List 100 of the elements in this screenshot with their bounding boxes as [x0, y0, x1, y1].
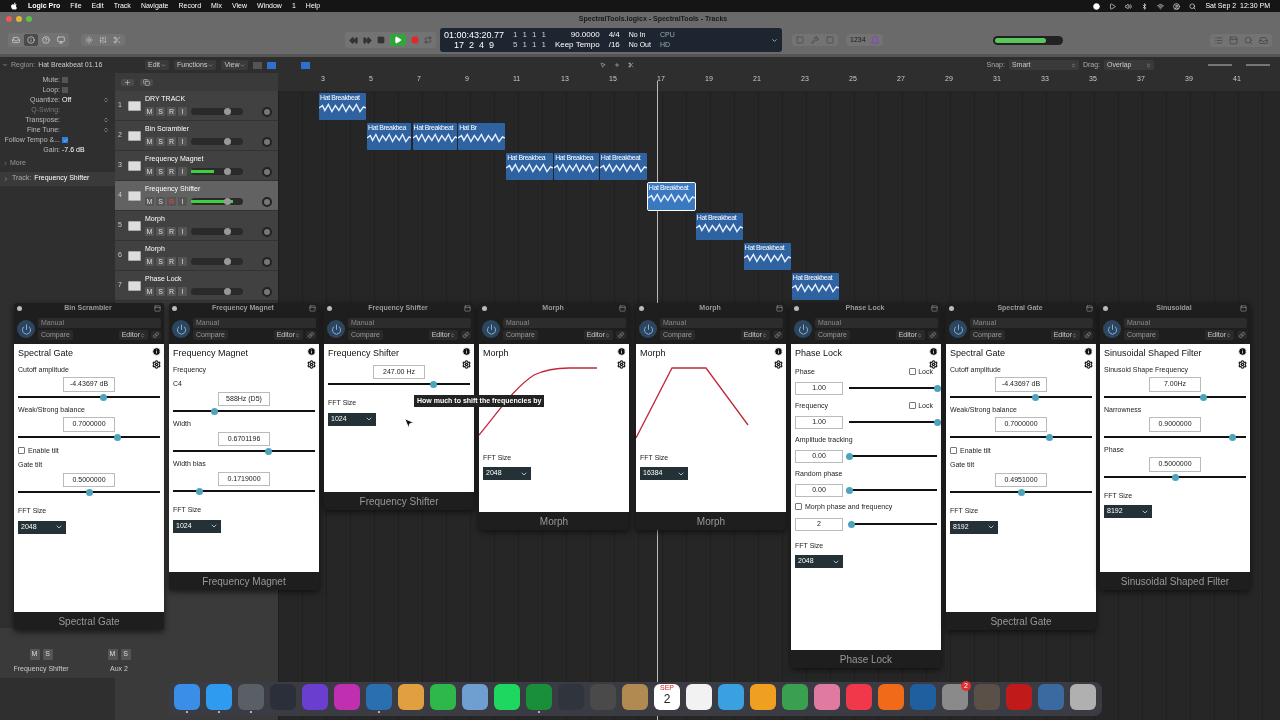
close-button[interactable] [639, 306, 644, 311]
settings-icon[interactable] [1238, 360, 1247, 369]
close-button[interactable] [17, 306, 22, 311]
close-button[interactable] [949, 306, 954, 311]
play-button[interactable] [390, 34, 406, 46]
info-icon[interactable] [152, 347, 161, 356]
link-button[interactable] [928, 331, 938, 339]
close-button[interactable] [1103, 306, 1108, 311]
pan-knob[interactable] [262, 226, 272, 237]
pan-knob[interactable] [262, 106, 272, 117]
fader-knob[interactable] [224, 258, 231, 266]
fader-knob[interactable] [224, 138, 231, 146]
play-icon[interactable] [1109, 2, 1117, 10]
bluetooth-icon[interactable] [1141, 2, 1149, 10]
view-button[interactable] [39, 34, 53, 46]
settings-icon[interactable] [152, 360, 161, 369]
stepper-icon[interactable] [103, 97, 109, 103]
scissors-tool-icon[interactable] [628, 62, 635, 68]
master-volume-track[interactable] [992, 35, 1063, 45]
apple-icon[interactable] [10, 2, 18, 10]
checkbox[interactable] [795, 503, 802, 511]
pointer-tool-icon[interactable] [600, 62, 607, 68]
slider-track[interactable] [173, 408, 315, 415]
search-icon[interactable] [1189, 2, 1197, 10]
settings-icon[interactable] [1084, 360, 1093, 369]
info-icon[interactable] [774, 347, 783, 356]
mixer-icon[interactable] [99, 36, 107, 44]
settings-icon[interactable] [617, 360, 626, 369]
slider-thumb[interactable] [86, 489, 93, 496]
power-button[interactable] [327, 320, 345, 338]
lock-checkbox[interactable] [909, 402, 917, 410]
window-icon[interactable] [309, 305, 316, 312]
link-button[interactable] [616, 331, 626, 339]
slider-thumb[interactable] [211, 408, 219, 415]
volume-fader[interactable] [191, 258, 243, 266]
slider-track[interactable] [950, 489, 1092, 496]
slider-track[interactable] [18, 393, 160, 401]
info-icon[interactable] [307, 347, 316, 356]
catch-button[interactable] [301, 61, 311, 69]
link-button[interactable] [461, 331, 471, 339]
slider-track[interactable] [173, 448, 315, 455]
close-button[interactable] [794, 306, 799, 311]
window-icon[interactable] [776, 305, 783, 312]
window-icon[interactable] [931, 305, 938, 312]
slider-thumb[interactable] [1046, 433, 1054, 441]
record-status-icon[interactable] [1093, 2, 1101, 10]
slider-thumb[interactable] [1018, 489, 1025, 496]
link-button[interactable] [306, 331, 316, 339]
slider-thumb[interactable] [114, 433, 122, 441]
add-track-button[interactable] [121, 78, 134, 86]
volume-icon[interactable] [1125, 2, 1133, 10]
wifi-icon[interactable] [1157, 2, 1165, 10]
lock-checkbox[interactable] [909, 368, 917, 376]
settings-icon[interactable] [307, 360, 316, 369]
close-button[interactable] [482, 306, 487, 311]
volume-fader[interactable] [191, 288, 243, 296]
slider-thumb[interactable] [265, 448, 273, 455]
minimize-button[interactable] [16, 16, 22, 22]
chevron-icon[interactable] [2, 62, 8, 68]
scissors-icon[interactable] [113, 36, 121, 44]
power-button[interactable] [639, 320, 657, 338]
slider-track[interactable] [18, 489, 160, 496]
close-button[interactable] [172, 306, 177, 311]
stepper-icon[interactable] [103, 117, 109, 123]
slider-thumb[interactable] [430, 381, 438, 388]
volume-fader[interactable] [191, 108, 243, 116]
view-button[interactable] [54, 34, 68, 46]
pan-knob[interactable] [262, 166, 272, 177]
link-button[interactable] [1237, 331, 1247, 339]
pan-knob[interactable] [262, 136, 272, 147]
slider-thumb[interactable] [846, 486, 853, 494]
volume-fader[interactable] [191, 168, 243, 176]
slider-track[interactable] [173, 488, 315, 495]
pan-knob[interactable] [262, 196, 272, 207]
slider-track[interactable] [950, 433, 1092, 441]
plus-tool-icon[interactable] [614, 62, 621, 68]
power-button[interactable] [794, 320, 812, 338]
volume-fader[interactable] [191, 138, 243, 146]
settings-icon[interactable] [774, 360, 783, 369]
pan-knob[interactable] [262, 256, 272, 267]
slider-thumb[interactable] [1200, 393, 1208, 401]
info-icon[interactable] [617, 347, 626, 356]
link-button[interactable] [773, 331, 783, 339]
cycle-button[interactable] [424, 36, 432, 44]
zoom-button[interactable] [26, 16, 32, 22]
checkbox[interactable] [950, 447, 957, 455]
power-button[interactable] [17, 320, 35, 338]
tracks-view-button[interactable] [267, 61, 277, 69]
slider-thumb[interactable] [195, 488, 203, 495]
rewind-button[interactable] [349, 35, 358, 45]
slider-track[interactable] [18, 433, 160, 441]
inspector-checkbox[interactable] [62, 137, 68, 143]
fader-knob[interactable] [224, 228, 231, 236]
slider-thumb[interactable] [847, 520, 855, 528]
link-button[interactable] [151, 331, 161, 339]
slider-thumb[interactable] [100, 393, 108, 401]
slider-track[interactable] [849, 520, 937, 528]
slider-track[interactable] [849, 452, 937, 460]
user-icon[interactable] [1173, 2, 1181, 10]
window-icon[interactable] [1086, 305, 1093, 312]
